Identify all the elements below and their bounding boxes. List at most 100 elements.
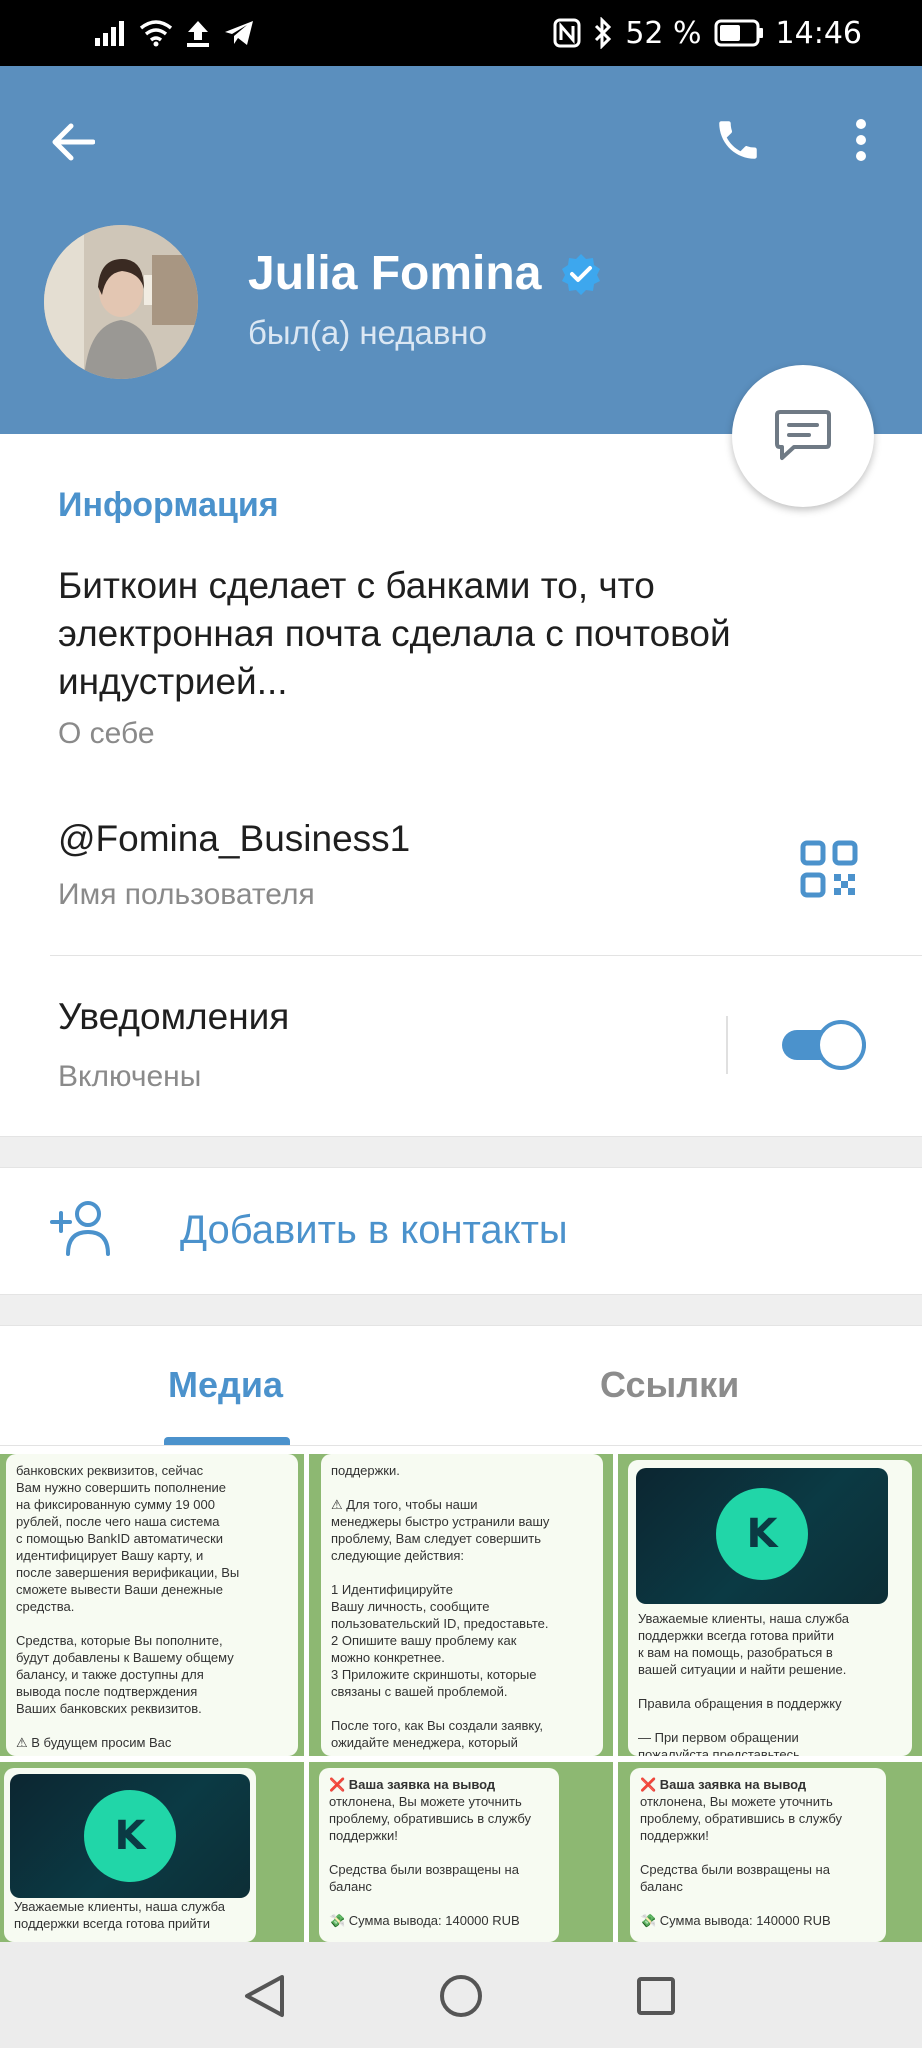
media-text-line: вашей ситуации и найти решение.: [638, 1662, 847, 1677]
circle-home-icon: [440, 1975, 482, 2017]
media-text-line: 💸 Сумма вывода: 140000 RUB: [640, 1913, 831, 1928]
profile-name-text: Julia Fomina: [248, 247, 542, 300]
media-text-line: сможете вывести Ваши денежные: [16, 1582, 223, 1597]
send-message-button[interactable]: [732, 365, 874, 507]
avatar-photo: [44, 225, 198, 379]
media-text-line: Средства были возвращены на: [329, 1862, 519, 1877]
media-text-line: менеджеры быстро устранили вашу: [331, 1514, 550, 1529]
arrow-left-icon: [52, 123, 95, 161]
media-text-line: [331, 1700, 593, 1717]
media-text-line: Средства, которые Вы пополните,: [16, 1633, 223, 1648]
media-item[interactable]: Уважаемые клиенты, наша служба поддержки …: [0, 1762, 304, 1942]
active-tab-indicator: [164, 1437, 290, 1445]
media-text-line: Вам нужно совершить пополнение: [16, 1480, 227, 1495]
media-text-line: на фиксированную сумму 19 000: [16, 1497, 215, 1512]
call-button[interactable]: [704, 106, 772, 174]
signal-icon: [95, 21, 124, 46]
nfc-icon: [553, 18, 581, 48]
media-item[interactable]: ❌ Ваша заявка на вывод отклонена, Вы може…: [309, 1762, 613, 1942]
qr-code-icon: [800, 840, 858, 898]
media-text-line: — При первом обращении: [638, 1730, 799, 1745]
tab-media[interactable]: Медиа: [168, 1364, 283, 1406]
media-text-line: будут добавлены к Вашему общему: [16, 1650, 234, 1665]
promo-image: K: [636, 1468, 888, 1604]
bio-block[interactable]: Биткоин сделает с банками то, что электр…: [58, 562, 858, 758]
media-grid: банковских реквизитов, сейчас Вам нужно с…: [0, 1454, 922, 1942]
media-text-line: к вам на помощь, разобраться в: [638, 1645, 833, 1660]
status-bar: 52 % 14:46: [0, 0, 922, 66]
nav-home-button[interactable]: [431, 1966, 491, 2026]
more-menu-button[interactable]: [836, 106, 886, 174]
media-text-line: подключится к вашему чату и: [331, 1751, 593, 1756]
media-text-line: следующие действия:: [331, 1548, 465, 1563]
media-text-line: ⚠ В будущем просим Вас: [16, 1735, 172, 1750]
media-text-line: баланс: [640, 1879, 683, 1894]
media-text-line: идентифицирует Вашу карту, и: [16, 1548, 204, 1563]
media-item[interactable]: поддержки. ⚠ Для того, чтобы наши менедже…: [309, 1454, 613, 1756]
bluetooth-icon: [595, 17, 612, 49]
toggle-knob: [816, 1020, 866, 1070]
message-icon: [775, 410, 831, 460]
media-text-line: поддержки всегда готова прийти: [638, 1628, 834, 1643]
username-row[interactable]: @Fomina_Business1 Имя пользователя: [58, 818, 410, 912]
media-text-line: Ваших банковских реквизитов.: [16, 1701, 202, 1716]
tabs-divider: [0, 1445, 922, 1446]
back-button[interactable]: [40, 110, 104, 174]
media-text-line: [640, 1929, 876, 1942]
media-text-line: пополнять и выводить средства на: [16, 1751, 288, 1756]
media-text-line: [329, 1844, 549, 1861]
media-withdraw-text: ❌ Ваша заявка на вывод отклонена, Вы може…: [630, 1768, 886, 1942]
media-text-line: 2 Опишите вашу проблему как: [331, 1633, 517, 1648]
media-text-line: 1 Идентифицируйте: [331, 1582, 453, 1597]
media-text-line: [638, 1712, 902, 1729]
media-item[interactable]: Уважаемые клиенты, наша служба поддержки …: [618, 1454, 922, 1756]
telegram-icon: [225, 21, 253, 45]
qr-code-button[interactable]: [800, 840, 858, 898]
media-text-line: [331, 1564, 593, 1581]
profile-name: Julia Fomina: [248, 246, 603, 301]
media-text-line: связаны с вашей проблемой.: [331, 1684, 508, 1699]
upload-icon: [187, 21, 209, 47]
media-withdraw-text: ❌ Ваша заявка на вывод отклонена, Вы може…: [319, 1768, 559, 1942]
add-user-icon: [50, 1201, 110, 1256]
divider: [50, 955, 922, 956]
section-separator: [0, 1294, 922, 1326]
media-text-line: [16, 1717, 288, 1734]
media-item[interactable]: банковских реквизитов, сейчас Вам нужно с…: [0, 1454, 304, 1756]
media-text-line: поддержки!: [640, 1828, 709, 1843]
media-text-line: рублей, после чего наша система: [16, 1514, 220, 1529]
nav-recents-button[interactable]: [626, 1966, 686, 2026]
tab-links[interactable]: Ссылки: [600, 1364, 739, 1406]
wifi-icon: [139, 20, 173, 47]
section-separator: [0, 1136, 922, 1168]
media-text-line: ожидайте менеджера, который: [331, 1735, 518, 1750]
media-text-line: с помощью BankID автоматически: [16, 1531, 224, 1546]
media-text-line: отклонена, Вы можете уточнить: [329, 1794, 522, 1809]
media-text-line: отклонена, Вы можете уточнить: [640, 1794, 833, 1809]
media-item[interactable]: ❌ Ваша заявка на вывод отклонена, Вы може…: [618, 1762, 922, 1942]
bio-label: О себе: [58, 717, 155, 750]
more-vertical-icon: [856, 119, 866, 161]
nav-back-button[interactable]: [234, 1966, 294, 2026]
media-text-line: [329, 1929, 549, 1942]
media-text-line: Вашу личность, сообщите: [331, 1599, 490, 1614]
add-contact-label: Добавить в контакты: [180, 1208, 568, 1252]
notifications-row[interactable]: Уведомления Включены: [58, 996, 289, 1094]
media-text-line: поддержки всегда готова прийти: [14, 1916, 210, 1931]
media-text-line: поддержки!: [329, 1828, 398, 1843]
avatar[interactable]: [44, 225, 198, 379]
notifications-title: Уведомления: [58, 996, 290, 1037]
media-c2-text: поддержки. ⚠ Для того, чтобы наши менедже…: [321, 1454, 603, 1756]
media-text-line: пользовательский ID, предоставьте.: [331, 1616, 549, 1631]
media-text-line: 💸 Сумма вывода: 140000 RUB: [329, 1913, 520, 1928]
battery-percent: 52 %: [625, 15, 702, 51]
media-text-line: проблему, обратившись в службу: [329, 1811, 531, 1826]
clock: 14:46: [775, 15, 862, 51]
media-text-line: проблему, Вам следует совершить: [331, 1531, 541, 1546]
username-value: @Fomina_Business1: [58, 818, 411, 859]
media-text-line: проблему, обратившись в службу: [640, 1811, 842, 1826]
media-text-line: Правила обращения в поддержку: [638, 1696, 842, 1711]
exchange-logo-icon: K: [716, 1488, 808, 1580]
notifications-toggle[interactable]: [782, 1020, 866, 1070]
triangle-back-icon: [245, 1975, 284, 2017]
